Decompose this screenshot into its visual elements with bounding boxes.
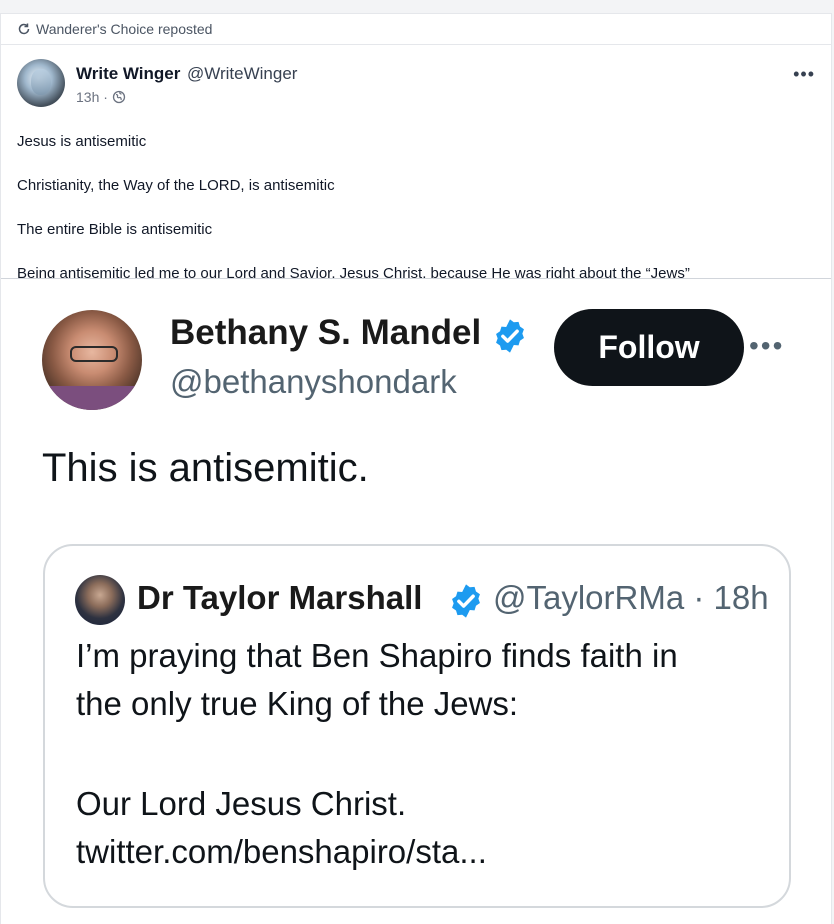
taylor-avatar bbox=[75, 575, 125, 625]
post-line: The entire Bible is antisemitic bbox=[17, 221, 213, 238]
follow-button: Follow bbox=[554, 309, 744, 386]
tweet-author-name: Bethany S. Mandel bbox=[170, 313, 482, 352]
quoted-tweet: Dr Taylor Marshall @TaylorRMa · 18h I’m … bbox=[43, 544, 791, 908]
author-name[interactable]: Write Winger bbox=[76, 64, 180, 84]
post-time[interactable]: 13h · bbox=[76, 89, 108, 105]
post-body: Jesus is antisemitic Christianity, the W… bbox=[17, 116, 817, 292]
quote-line: I’m praying that Ben Shapiro finds faith… bbox=[76, 637, 678, 674]
quote-handle-time: @TaylorRMa · 18h bbox=[493, 579, 769, 616]
embedded-tweet-image[interactable]: Bethany S. Mandel @bethanyshondark Follo… bbox=[1, 278, 831, 924]
more-options-icon[interactable]: ••• bbox=[793, 65, 815, 83]
quote-text: I’m praying that Ben Shapiro finds faith… bbox=[76, 632, 776, 876]
author-row: Write Winger @WriteWinger 13h · ••• bbox=[1, 45, 831, 107]
verified-badge-icon bbox=[491, 317, 529, 355]
globe-icon bbox=[112, 90, 126, 104]
repost-header: Wanderer's Choice reposted bbox=[1, 14, 831, 45]
quote-author-name: Dr Taylor Marshall bbox=[137, 579, 423, 616]
quote-line: Our Lord Jesus Christ. bbox=[76, 785, 407, 822]
post-line: Jesus is antisemitic bbox=[17, 133, 147, 150]
post-line: Christianity, the Way of the LORD, is an… bbox=[17, 177, 335, 194]
author-handle[interactable]: @WriteWinger bbox=[187, 64, 297, 84]
bethany-avatar bbox=[42, 310, 142, 410]
quote-line: twitter.com/benshapiro/sta... bbox=[76, 833, 487, 870]
tweet-author-handle: @bethanyshondark bbox=[170, 363, 457, 400]
tweet-text: This is antisemitic. bbox=[42, 446, 369, 490]
post-meta: 13h · bbox=[76, 89, 126, 105]
repost-icon bbox=[17, 22, 31, 36]
quote-line: the only true King of the Jews: bbox=[76, 685, 519, 722]
verified-badge-icon bbox=[447, 582, 485, 620]
tweet-more-icon: ••• bbox=[749, 330, 785, 361]
author-avatar[interactable] bbox=[17, 59, 65, 107]
post-card: Wanderer's Choice reposted Write Winger … bbox=[0, 13, 832, 924]
repost-text: Wanderer's Choice reposted bbox=[36, 21, 213, 37]
